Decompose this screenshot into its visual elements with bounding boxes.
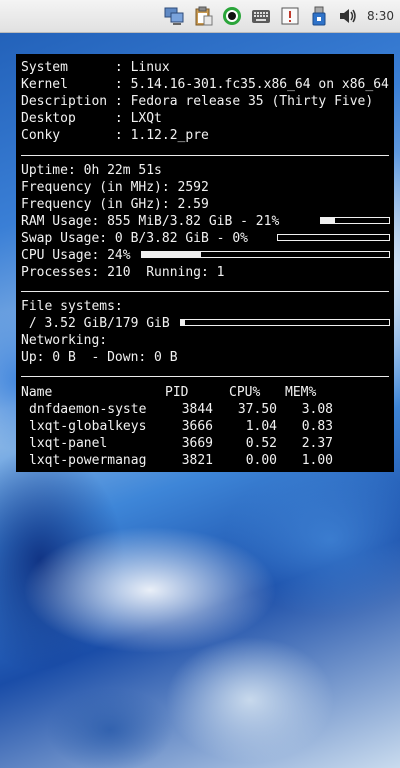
process-cpu: 37.50 [237,402,277,417]
swap-usage-bar [277,234,390,241]
process-mem: 2.37 [301,436,333,451]
info-label: Kernel [21,77,108,92]
desktop-row: Desktop : LXQt [21,110,162,127]
process-mem: 1.00 [301,453,333,468]
root-filesystem-bar-fill [181,320,186,325]
usb-device-icon[interactable] [308,5,330,27]
frequency-mhz-row: Frequency (in MHz): 2592 [21,180,209,195]
uptime-row: Uptime: 0h 22m 51s [21,163,162,178]
record-indicator-icon[interactable] [221,5,243,27]
info-label: Conky [21,128,108,143]
info-value: : Fedora release 35 (Thirty Five) [114,94,374,109]
info-value: : Linux [114,60,170,75]
process-cpu: 0.52 [245,436,277,451]
filesystems-heading: File systems: [21,299,123,314]
conky-version-row: Conky : 1.12.2_pre [21,127,209,144]
process-pid: 3669 [181,436,213,451]
swap-usage-row: Swap Usage: 0 B/3.82 GiB - 0% [21,231,248,246]
root-filesystem-row: / 3.52 GiB/179 GiB [21,316,170,331]
top-panel: 8:30 [0,0,400,33]
process-mem: 3.08 [301,402,333,417]
info-label: System [21,60,108,75]
info-value: : 1.12.2_pre [114,128,209,143]
process-pid: 3844 [181,402,213,417]
process-name: lxqt-panel [29,436,108,451]
notification-icon[interactable] [279,5,301,27]
network-traffic-row: Up: 0 B - Down: 0 B [21,350,178,365]
process-name: lxqt-globalkeys [29,419,147,434]
info-label: Description [21,94,108,109]
root-filesystem-bar [180,319,390,326]
networking-heading: Networking: [21,333,108,348]
process-mem: 0.83 [301,419,333,434]
clipboard-icon[interactable] [192,5,214,27]
volume-icon[interactable] [337,5,359,27]
divider [21,376,389,377]
column-header-cpu: CPU% [229,385,261,400]
process-pid: 3666 [181,419,213,434]
ram-usage-bar-fill [321,218,336,223]
description-row: Description : Fedora release 35 (Thirty … [21,93,373,110]
column-header-mem: MEM% [285,385,317,400]
info-label: Desktop [21,111,108,126]
ram-usage-row: RAM Usage: 855 MiB/3.82 GiB - 21% [21,214,280,229]
divider [21,291,389,292]
process-pid: 3821 [181,453,213,468]
network-icon[interactable] [163,5,185,27]
conky-window: System : Linux Kernel : 5.14.16-301.fc35… [16,54,394,472]
kernel-row: Kernel : 5.14.16-301.fc35.x86_64 on x86_… [21,76,389,93]
cpu-usage-bar [141,251,390,258]
info-value: : LXQt [114,111,162,126]
process-name: dnfdaemon-syste [29,402,147,417]
keyboard-icon[interactable] [250,5,272,27]
clock[interactable]: 8:30 [367,9,394,23]
processes-row: Processes: 210 Running: 1 [21,265,225,280]
process-cpu: 1.04 [245,419,277,434]
cpu-usage-bar-fill [142,252,202,257]
divider [21,155,389,156]
process-name: lxqt-powermanag [29,453,147,468]
column-header-name: Name [21,385,53,400]
frequency-ghz-row: Frequency (in GHz): 2.59 [21,197,209,212]
cpu-usage-row: CPU Usage: 24% [21,248,131,263]
info-value: : 5.14.16-301.fc35.x86_64 on x86_64 [114,77,389,92]
system-tray: 8:30 [156,0,400,32]
ram-usage-bar [320,217,390,224]
process-cpu: 0.00 [245,453,277,468]
column-header-pid: PID [165,385,189,400]
system-row: System : Linux [21,59,170,76]
